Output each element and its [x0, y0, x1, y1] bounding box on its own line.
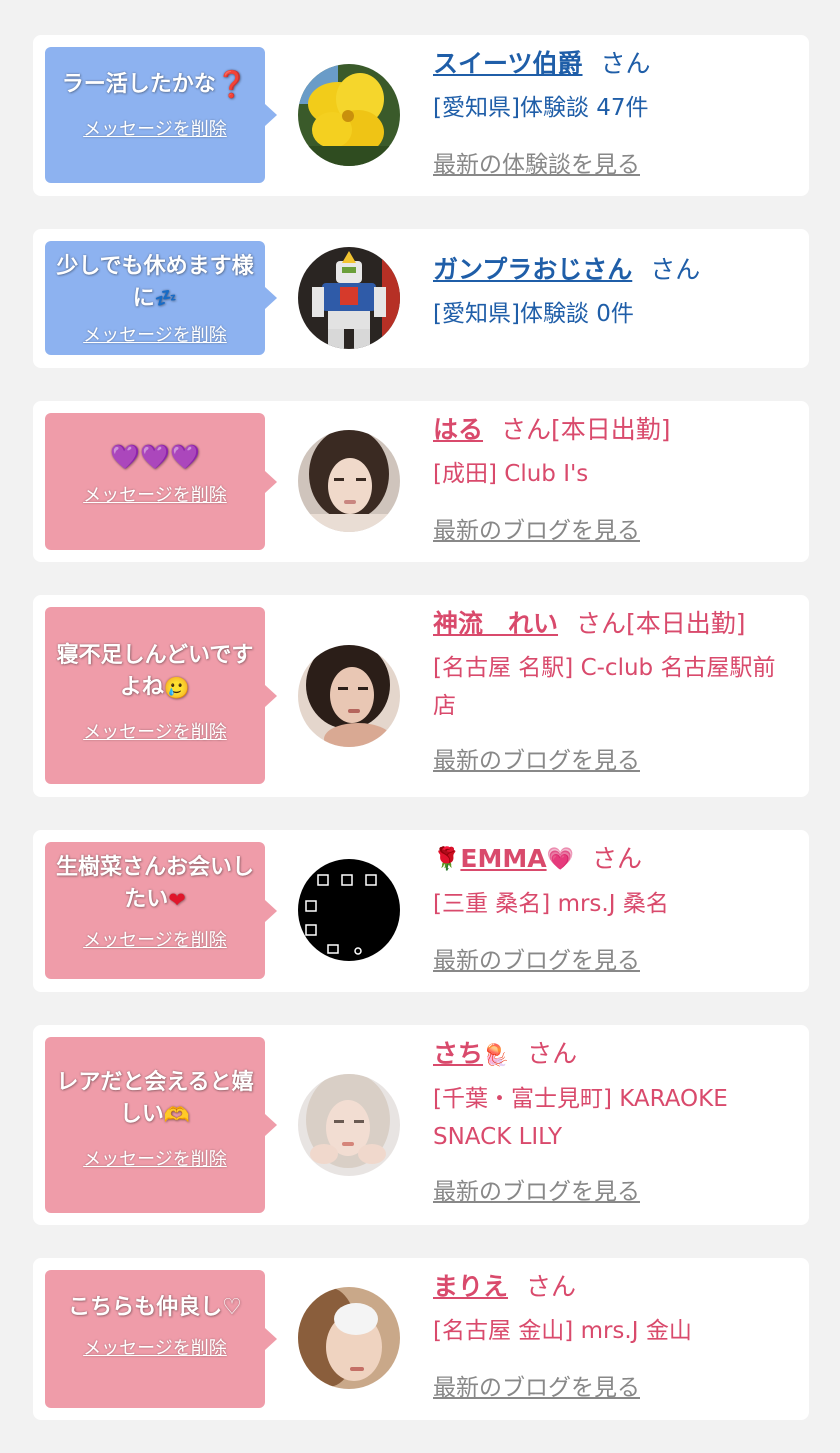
- avatar[interactable]: [298, 1287, 400, 1389]
- delete-message-link[interactable]: メッセージを削除: [83, 481, 227, 507]
- heart-hands-icon: 🫶: [163, 1103, 191, 1127]
- smiling-tear-face-icon: 🥲: [163, 676, 191, 700]
- sender-name-link[interactable]: 神流 れい: [433, 609, 558, 638]
- delete-message-link[interactable]: メッセージを削除: [83, 926, 227, 952]
- latest-blog-link[interactable]: 最新のブログを見る: [433, 511, 789, 545]
- sender-info: スイーツ伯爵 さん [愛知県]体験談 47件 最新の体験談を見る: [433, 47, 789, 179]
- sender-name-link[interactable]: スイーツ伯爵: [433, 49, 583, 78]
- message-card: 生樹菜さんお会いしたい❤ メッセージを削除 🌹EMMA💗 さん [三重 桑名] m…: [33, 830, 809, 992]
- latest-blog-link[interactable]: 最新のブログを見る: [433, 1368, 789, 1402]
- message-text: 寝不足しんどいですよね🥲: [45, 640, 265, 704]
- avatar[interactable]: [298, 1074, 400, 1176]
- sender-detail: [千葉・富士見町] KARAOKE SNACK LILY: [433, 1086, 728, 1150]
- sender-name-link[interactable]: はる: [433, 415, 483, 444]
- sender-name-link[interactable]: さち🪼: [433, 1039, 509, 1068]
- honorific: さん: [592, 844, 643, 873]
- honorific: さん: [526, 1272, 577, 1301]
- latest-blog-link[interactable]: 最新のブログを見る: [433, 1172, 789, 1206]
- jellyfish-icon: 🪼: [483, 1043, 510, 1067]
- pink-heart-icon: 💗: [546, 847, 574, 872]
- sleeping-zzz-icon: 💤: [154, 288, 178, 309]
- avatar[interactable]: [298, 645, 400, 747]
- message-text: 少しでも休めます様に💤: [45, 251, 265, 315]
- honorific: さん[本日出勤]: [501, 415, 671, 444]
- delete-message-link[interactable]: メッセージを削除: [83, 321, 227, 347]
- sender-info: さち🪼 さん [千葉・富士見町] KARAOKE SNACK LILY 最新のブロ…: [433, 1037, 789, 1206]
- sender-detail: [愛知県]体験談 0件: [433, 301, 634, 327]
- sender-name-link[interactable]: まりえ: [433, 1272, 508, 1301]
- sender-detail: [成田] Club I's: [433, 461, 589, 487]
- message-card: こちらも仲良し♡ メッセージを削除 まりえ さん [名古屋 金山] mrs.J 金…: [33, 1258, 809, 1420]
- avatar[interactable]: [298, 247, 400, 349]
- message-bubble: 寝不足しんどいですよね🥲 メッセージを削除: [45, 607, 277, 784]
- sender-info: 🌹EMMA💗 さん [三重 桑名] mrs.J 桑名 最新のブログを見る: [433, 842, 789, 975]
- message-bubble: こちらも仲良し♡ メッセージを削除: [45, 1270, 277, 1408]
- sender-detail: [愛知県]体験談 47件: [433, 95, 649, 121]
- honorific: さん[本日出勤]: [576, 609, 746, 638]
- message-text: 生樹菜さんお会いしたい❤: [45, 852, 265, 916]
- sender-info: はる さん[本日出勤] [成田] Club I's 最新のブログを見る: [433, 413, 789, 545]
- honorific: さん: [650, 255, 701, 284]
- avatar[interactable]: [298, 64, 400, 166]
- message-card: 💜💜💜 メッセージを削除 はる さん[本日出勤] [成田] Club I's 最新…: [33, 401, 809, 562]
- sender-detail: [三重 桑名] mrs.J 桑名: [433, 891, 669, 917]
- message-bubble: レアだと会えると嬉しい🫶 メッセージを削除: [45, 1037, 277, 1213]
- delete-message-link[interactable]: メッセージを削除: [83, 718, 227, 744]
- message-card: ラー活したかな❓ メッセージを削除 スイーツ伯爵 さん [愛知県]体験談 47件 …: [33, 35, 809, 196]
- honorific: さん: [600, 49, 651, 78]
- avatar[interactable]: [298, 859, 400, 961]
- avatar[interactable]: [298, 430, 400, 532]
- cropped-top-text: [30, 0, 200, 6]
- message-card: レアだと会えると嬉しい🫶 メッセージを削除 さち🪼 さん [千葉・富士見町] KA…: [33, 1025, 809, 1225]
- delete-message-link[interactable]: メッセージを削除: [83, 1334, 227, 1360]
- sender-name-link[interactable]: ガンプラおじさん: [433, 255, 632, 284]
- delete-message-link[interactable]: メッセージを削除: [83, 1145, 227, 1171]
- message-bubble: 少しでも休めます様に💤 メッセージを削除: [45, 241, 277, 355]
- message-list: ラー活したかな❓ メッセージを削除 スイーツ伯爵 さん [愛知県]体験談 47件 …: [33, 35, 809, 1453]
- honorific: さん: [527, 1039, 578, 1068]
- message-text: こちらも仲良し♡: [68, 1295, 242, 1320]
- sender-info: まりえ さん [名古屋 金山] mrs.J 金山 最新のブログを見る: [433, 1270, 789, 1402]
- sender-info: ガンプラおじさん さん [愛知県]体験談 0件: [433, 253, 789, 333]
- message-bubble: 💜💜💜 メッセージを削除: [45, 413, 277, 550]
- latest-blog-link[interactable]: 最新のブログを見る: [433, 741, 789, 775]
- sender-detail: [名古屋 名駅] C-club 名古屋駅前店: [433, 655, 776, 719]
- sender-info: 神流 れい さん[本日出勤] [名古屋 名駅] C-club 名古屋駅前店 最新の…: [433, 607, 789, 775]
- sender-name-link[interactable]: 🌹EMMA💗: [433, 844, 574, 873]
- message-card: 少しでも休めます様に💤 メッセージを削除 ガンプラおじさん さん [愛知県]体験…: [33, 229, 809, 368]
- rose-icon: 🌹: [433, 847, 461, 872]
- delete-message-link[interactable]: メッセージを削除: [83, 115, 227, 141]
- message-text: 💜💜💜: [110, 443, 200, 471]
- message-card: 寝不足しんどいですよね🥲 メッセージを削除 神流 れい さん[本日出勤] [名古屋…: [33, 595, 809, 797]
- message-bubble: 生樹菜さんお会いしたい❤ メッセージを削除: [45, 842, 277, 979]
- message-text: レアだと会えると嬉しい🫶: [45, 1067, 265, 1131]
- red-heart-icon: ❤: [168, 888, 186, 912]
- latest-blog-link[interactable]: 最新のブログを見る: [433, 941, 789, 975]
- sender-detail: [名古屋 金山] mrs.J 金山: [433, 1318, 692, 1344]
- latest-review-link[interactable]: 最新の体験談を見る: [433, 145, 789, 179]
- message-bubble: ラー活したかな❓ メッセージを削除: [45, 47, 277, 183]
- question-mark-icon: ❓: [215, 70, 249, 100]
- message-text: ラー活したかな❓: [61, 70, 249, 100]
